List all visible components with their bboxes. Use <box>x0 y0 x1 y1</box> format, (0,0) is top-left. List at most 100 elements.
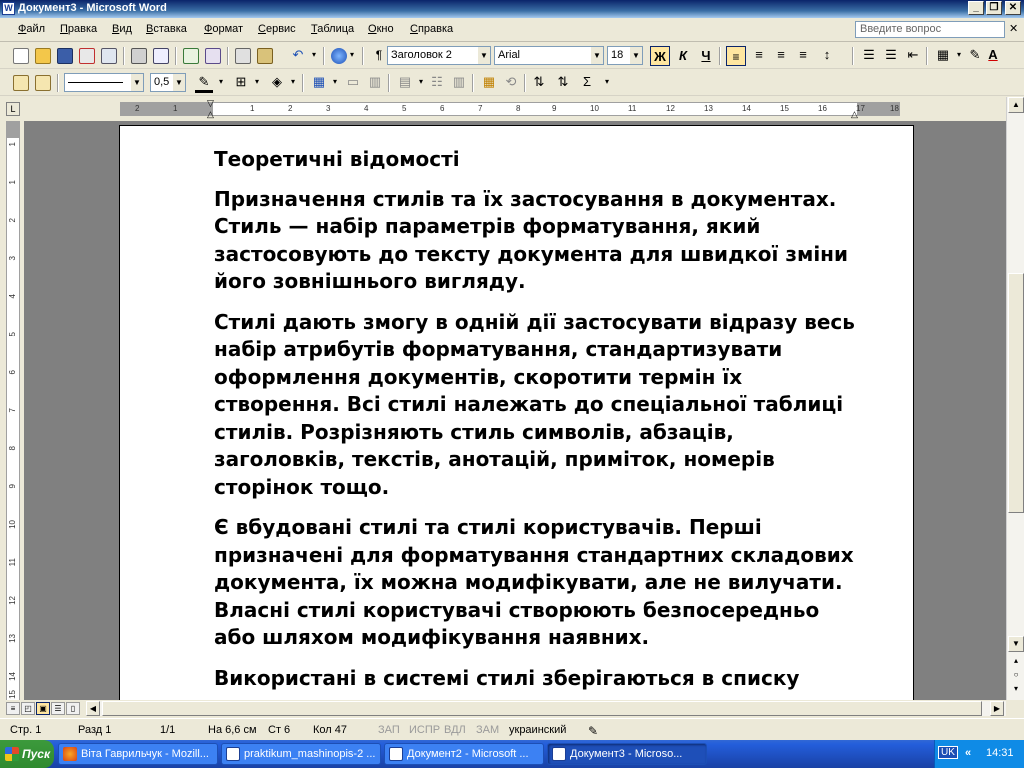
align-left-icon[interactable]: ≡ <box>726 46 746 66</box>
menu-edit[interactable]: Правка <box>60 23 97 35</box>
more-buttons-icon-2[interactable]: ▾ <box>598 74 616 90</box>
scroll-up-icon[interactable]: ▲ <box>1008 97 1024 113</box>
font-color-icon[interactable]: A <box>984 47 1002 63</box>
status-bar: Стр. 1 Разд 1 1/1 На 6,6 см Ст 6 Кол 47 … <box>0 718 1024 740</box>
shading-dropdown-icon[interactable]: ▾ <box>284 74 302 90</box>
task-praktikum[interactable]: praktikum_mashinopis-2 ... <box>221 743 381 765</box>
spelling-status-icon[interactable]: ✎ <box>588 724 598 738</box>
ask-question-input[interactable]: Введите вопрос <box>855 21 1005 38</box>
numbering-icon[interactable]: ☰ <box>860 47 878 63</box>
merge-cells-icon[interactable]: ▭ <box>344 74 362 90</box>
first-line-indent-marker[interactable]: ▽ <box>207 98 214 109</box>
next-page-icon[interactable]: ▾ <box>1008 682 1024 698</box>
outside-border-dropdown-icon[interactable]: ▾ <box>248 74 266 90</box>
scroll-left-icon[interactable]: ◀ <box>86 701 100 716</box>
insert-table-dropdown-icon[interactable]: ▾ <box>326 74 344 90</box>
line-style-select[interactable]: ▼ <box>64 73 144 92</box>
document-body[interactable]: Теоретичні відомості Призначення стилів … <box>214 146 864 700</box>
distribute-columns-icon[interactable]: ▥ <box>450 74 468 90</box>
menu-view[interactable]: Вид <box>112 23 132 35</box>
save-icon[interactable] <box>57 48 73 64</box>
border-color-icon[interactable]: ✎ <box>195 74 213 93</box>
text-direction-icon[interactable]: ⟲ <box>502 74 520 90</box>
close-button[interactable]: ✕ <box>1005 1 1021 15</box>
bullets-icon[interactable]: ☰ <box>882 47 900 63</box>
table-autoformat-icon[interactable]: ▦ <box>480 74 498 90</box>
menu-table[interactable]: Таблица <box>311 23 354 35</box>
new-document-icon[interactable] <box>13 48 29 64</box>
minimize-button[interactable]: _ <box>968 1 984 15</box>
show-hidden-icons[interactable]: « <box>965 747 971 759</box>
menu-insert[interactable]: Вставка <box>146 23 187 35</box>
print-layout-icon[interactable]: ▣ <box>36 702 50 715</box>
menu-window[interactable]: Окно <box>368 23 394 35</box>
print-preview-icon[interactable] <box>153 48 169 64</box>
distribute-rows-icon[interactable]: ☷ <box>428 74 446 90</box>
right-indent-marker[interactable]: △ <box>851 109 858 120</box>
align-right-icon[interactable]: ≡ <box>772 47 790 63</box>
menu-help[interactable]: Справка <box>410 23 453 35</box>
status-track-changes[interactable]: ИСПР <box>409 724 440 736</box>
highlight-icon[interactable]: ✎ <box>966 47 984 63</box>
word-app-icon[interactable]: W <box>2 2 15 15</box>
sort-ascending-icon[interactable]: ⇅ <box>530 74 548 90</box>
task-firefox[interactable]: Віта Гаврильчук - Mozill... <box>58 743 218 765</box>
sort-descending-icon[interactable]: ⇅ <box>554 74 572 90</box>
status-language[interactable]: украинский <box>509 724 566 736</box>
horizontal-ruler[interactable]: L 2 1 1 2 3 4 5 6 7 8 9 10 11 12 13 14 1… <box>0 97 1024 121</box>
horizontal-scrollbar[interactable]: ◀ ▶ <box>86 701 1006 716</box>
vertical-scrollbar[interactable]: ▲ ▼ ▴ ○ ▾ <box>1006 97 1024 700</box>
language-indicator[interactable]: UK <box>938 746 958 759</box>
permission-icon[interactable] <box>79 48 95 64</box>
start-button[interactable]: Пуск <box>0 740 54 768</box>
task-document3[interactable]: Документ3 - Microso... <box>547 743 707 765</box>
italic-button[interactable]: К <box>673 46 693 66</box>
document-page[interactable]: Теоретичні відомості Призначення стилів … <box>119 125 914 700</box>
print-icon[interactable] <box>131 48 147 64</box>
vertical-ruler[interactable]: 1 1 2 3 4 5 6 7 8 9 10 11 12 13 14 15 <box>6 121 20 701</box>
border-color-dropdown-icon[interactable]: ▾ <box>212 74 230 90</box>
menu-format[interactable]: Формат <box>204 23 243 35</box>
scroll-right-icon[interactable]: ▶ <box>990 701 1004 716</box>
styles-icon[interactable]: ¶ <box>370 47 388 63</box>
menu-tools[interactable]: Сервис <box>258 23 296 35</box>
undo-dropdown-icon[interactable]: ▾ <box>305 47 323 63</box>
autosum-icon[interactable]: Σ <box>578 74 596 90</box>
normal-view-icon[interactable]: ≡ <box>6 702 20 715</box>
copy-icon[interactable] <box>235 48 251 64</box>
align-center-icon[interactable]: ≡ <box>750 47 768 63</box>
more-buttons-icon[interactable]: ▾ <box>343 47 361 63</box>
email-icon[interactable] <box>101 48 117 64</box>
spelling-icon[interactable] <box>183 48 199 64</box>
close-doc-icon[interactable]: ✕ <box>1009 22 1018 35</box>
research-icon[interactable] <box>205 48 221 64</box>
split-cells-icon[interactable]: ▥ <box>366 74 384 90</box>
status-overtype[interactable]: ЗАМ <box>476 724 499 736</box>
horizontal-scroll-thumb[interactable] <box>102 701 982 716</box>
reading-layout-icon[interactable]: ▯ <box>66 702 80 715</box>
bold-button[interactable]: Ж <box>650 46 670 66</box>
task-document2[interactable]: Документ2 - Microsoft ... <box>384 743 544 765</box>
eraser-icon[interactable] <box>35 75 51 91</box>
font-select[interactable]: Arial ▼ <box>494 46 604 65</box>
status-record[interactable]: ЗАП <box>378 724 400 736</box>
justify-icon[interactable]: ≡ <box>794 47 812 63</box>
draw-table-icon[interactable] <box>13 75 29 91</box>
open-folder-icon[interactable] <box>35 48 51 64</box>
line-spacing-icon[interactable]: ↕ <box>818 47 836 63</box>
paste-icon[interactable] <box>257 48 273 64</box>
left-indent-marker[interactable]: △ <box>207 109 214 120</box>
underline-button[interactable]: Ч <box>696 46 716 66</box>
decrease-indent-icon[interactable]: ⇤ <box>904 47 922 63</box>
outline-view-icon[interactable]: ☰ <box>51 702 65 715</box>
tab-selector[interactable]: L <box>6 102 20 116</box>
style-select[interactable]: Заголовок 2 ▼ <box>387 46 491 65</box>
font-size-select[interactable]: 18 ▼ <box>607 46 643 65</box>
scroll-down-icon[interactable]: ▼ <box>1008 636 1024 652</box>
menu-file[interactable]: Файл <box>18 23 45 35</box>
scroll-thumb[interactable] <box>1008 273 1024 513</box>
restore-button[interactable]: ❐ <box>986 1 1002 15</box>
status-extend[interactable]: ВДЛ <box>444 724 466 736</box>
web-layout-icon[interactable]: ◰ <box>21 702 35 715</box>
line-weight-select[interactable]: 0,5 ▼ <box>150 73 186 92</box>
